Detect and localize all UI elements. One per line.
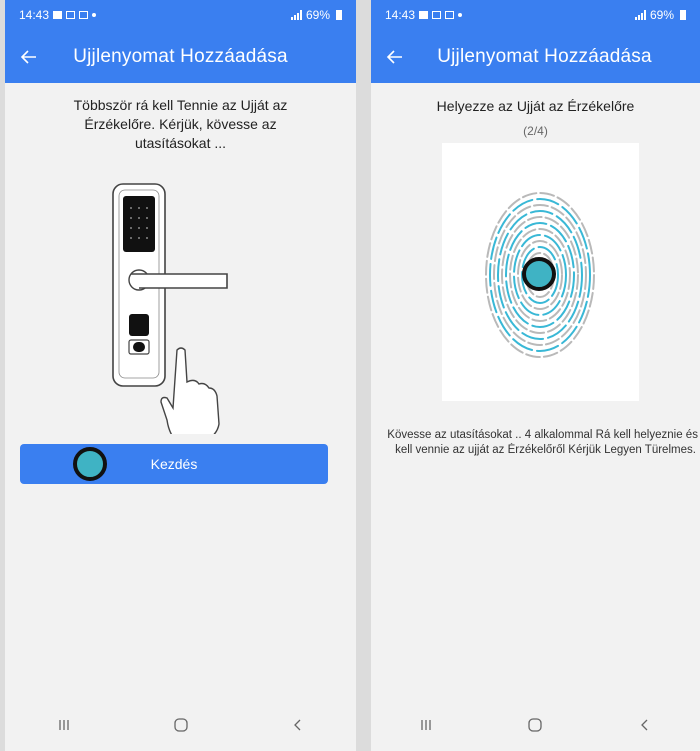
note-line-1: Kövesse az utasításokat .. 4 alkalommal … (387, 429, 700, 441)
place-finger-title: Helyezze az Ujját az Érzékelőre (436, 98, 635, 114)
gallery-icon (432, 11, 442, 19)
note-line-2: kell vennie az ujját az Érzékelőről Kérj… (395, 444, 696, 456)
notification-icon (53, 11, 63, 19)
mail-icon (79, 11, 89, 19)
status-bar: 14:43 69% (371, 0, 700, 30)
recent-apps-icon[interactable] (39, 705, 89, 745)
phone-screen-left: 14:43 69% Ujjlenyomat Hozzáadása Többszö… (5, 0, 356, 751)
app-bar: Ujjlenyomat Hozzáadása (371, 30, 700, 83)
home-icon[interactable] (156, 705, 206, 745)
page-title: Ujjlenyomat Hozzáadása (437, 45, 652, 67)
fingerprint-card (442, 143, 639, 401)
scan-progress: (2/4) (523, 124, 548, 138)
chevron-left-icon[interactable] (273, 705, 323, 745)
battery-icon (680, 10, 686, 20)
instruction-note: Kövesse az utasításokat .. 4 alkalommal … (371, 428, 700, 458)
chevron-left-icon[interactable] (620, 705, 670, 745)
system-nav-bar (5, 699, 356, 751)
status-time: 14:43 (385, 8, 416, 22)
app-bar: Ujjlenyomat Hozzáadása (5, 30, 356, 83)
door-lock-illustration (112, 183, 228, 434)
touch-indicator (73, 447, 107, 481)
arrow-left-icon[interactable] (371, 30, 419, 83)
start-button[interactable]: Kezdés (20, 444, 328, 484)
system-nav-bar (371, 699, 700, 751)
start-button-label: Kezdés (150, 456, 198, 472)
arrow-left-icon[interactable] (5, 30, 53, 83)
battery-level: 69% (305, 8, 330, 22)
more-notifications-icon (458, 13, 463, 17)
gallery-icon (66, 11, 76, 19)
status-bar: 14:43 69% (5, 0, 356, 30)
recent-apps-icon[interactable] (401, 705, 451, 745)
phone-screen-right: 14:43 69% Ujjlenyomat Hozzáadása Helyezz… (371, 0, 700, 751)
notification-icon (419, 11, 429, 19)
signal-icon (634, 10, 646, 20)
signal-icon (290, 10, 302, 20)
more-notifications-icon (92, 13, 97, 17)
mail-icon (445, 11, 455, 19)
page-title: Ujjlenyomat Hozzáadása (73, 45, 288, 67)
home-icon[interactable] (510, 705, 560, 745)
battery-icon (336, 10, 342, 20)
touch-indicator (522, 257, 556, 291)
instruction-text: Többször rá kell Tennie az Ujját az Érzé… (73, 97, 288, 151)
status-time: 14:43 (19, 8, 50, 22)
battery-level: 69% (649, 8, 674, 22)
